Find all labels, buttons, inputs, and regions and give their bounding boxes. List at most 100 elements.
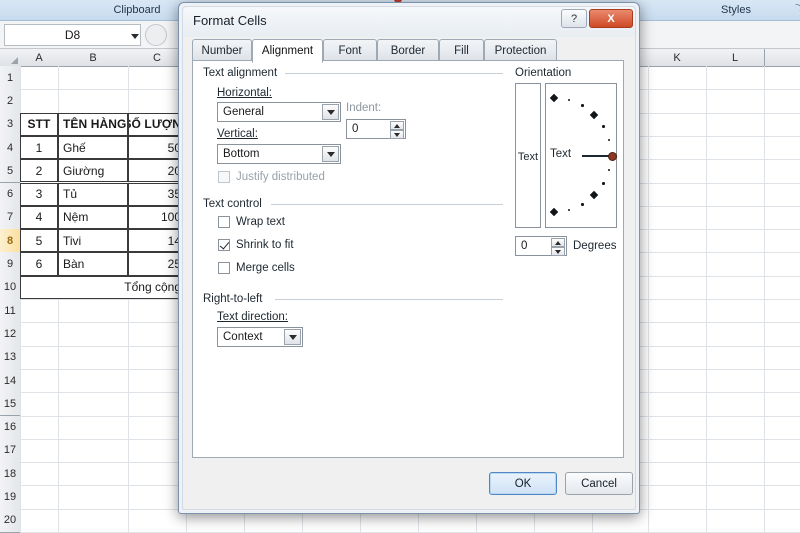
row-header-7[interactable]: 7 — [0, 205, 21, 231]
column-header-L[interactable]: L — [706, 49, 765, 66]
checkbox-label: Shrink to fit — [236, 239, 294, 251]
orientation-marker-dot — [602, 182, 605, 185]
table-cell-name[interactable]: Giường — [58, 159, 128, 183]
row-header-18[interactable]: 18 — [0, 462, 21, 487]
table-cell-name[interactable]: Tivi — [58, 229, 128, 253]
orientation-vertical-text-button[interactable]: Text — [515, 83, 541, 228]
cancel-button[interactable]: Cancel — [565, 472, 633, 495]
horizontal-alignment-value: General — [223, 106, 264, 118]
table-cell-name[interactable]: Tủ — [58, 182, 128, 206]
row-header-9[interactable]: 9 — [0, 252, 21, 277]
checkbox-merge-cells[interactable]: Merge cells — [218, 262, 295, 274]
close-button[interactable]: X — [589, 9, 633, 28]
orientation-marker-dot — [602, 125, 605, 128]
stepper-down-icon[interactable] — [551, 247, 565, 256]
table-total-cell[interactable]: Tổng cộng — [20, 275, 186, 299]
table-cell-stt[interactable]: 6 — [20, 252, 58, 276]
row-header-5[interactable]: 5 — [0, 159, 21, 184]
justify-distributed-checkbox[interactable]: Justify distributed — [218, 171, 325, 183]
orientation-marker-dot — [549, 93, 559, 103]
row-header-14[interactable]: 14 — [0, 368, 21, 394]
chevron-down-icon[interactable] — [322, 104, 339, 120]
table-header-cell[interactable]: STT — [20, 112, 58, 136]
tab-fill[interactable]: Fill — [439, 39, 484, 61]
select-all-corner[interactable] — [0, 49, 21, 66]
text-direction-select[interactable]: Context — [217, 327, 303, 347]
column-header-A[interactable]: A — [20, 49, 59, 66]
chevron-down-icon[interactable] — [322, 146, 339, 162]
orientation-dial[interactable]: Text — [545, 83, 617, 228]
help-button[interactable]: ? — [561, 9, 587, 28]
row-header-8[interactable]: 8 — [0, 229, 21, 254]
row-header-6[interactable]: 6 — [0, 182, 21, 207]
row-header-11[interactable]: 11 — [0, 299, 21, 324]
degrees-value: 0 — [521, 240, 528, 252]
vertical-label: Vertical: — [217, 128, 258, 140]
orientation-marker-dot — [549, 207, 559, 217]
checkbox-shrink-to-fit[interactable]: Shrink to fit — [218, 239, 294, 251]
tab-protection[interactable]: Protection — [484, 39, 557, 61]
orientation-marker-dot — [567, 208, 570, 212]
checkbox-wrap-text[interactable]: Wrap text — [218, 216, 285, 228]
orientation-letter: t — [535, 150, 539, 163]
table-cell-name[interactable]: Bàn — [58, 252, 128, 276]
tab-alignment[interactable]: Alignment — [252, 39, 323, 63]
indent-stepper[interactable] — [390, 121, 404, 139]
tab-number[interactable]: Number — [192, 39, 252, 61]
ok-button[interactable]: OK — [489, 472, 557, 495]
row-header-4[interactable]: 4 — [0, 135, 21, 161]
degrees-input[interactable]: 0 — [515, 236, 567, 256]
indent-value: 0 — [352, 123, 359, 135]
insert-function-button[interactable] — [145, 24, 167, 46]
chevron-down-icon[interactable] — [284, 329, 301, 345]
table-header-cell[interactable]: TÊN HÀNG — [58, 112, 128, 136]
orientation-group-label: Orientation — [515, 67, 577, 79]
dialog-title-bar[interactable]: Format Cells ? X — [183, 7, 635, 37]
vertical-alignment-value: Bottom — [223, 148, 260, 160]
column-header-K[interactable]: K — [648, 49, 707, 66]
vertical-alignment-select[interactable]: Bottom — [217, 144, 341, 164]
right-to-left-group-rule — [275, 299, 503, 300]
chevron-down-icon[interactable] — [131, 34, 139, 39]
table-cell-name[interactable]: Ghế — [58, 135, 128, 160]
table-cell-stt[interactable]: 3 — [20, 182, 58, 206]
row-header-3[interactable]: 3 — [0, 112, 21, 137]
tab-font[interactable]: Font — [323, 39, 377, 61]
column-header-B[interactable]: B — [58, 49, 129, 66]
checkbox-box-icon — [218, 171, 230, 183]
table-cell-name[interactable]: Nệm — [58, 205, 128, 230]
row-header-19[interactable]: 19 — [0, 485, 21, 510]
row-header-20[interactable]: 20 — [0, 508, 21, 533]
table-cell-stt[interactable]: 1 — [20, 135, 58, 160]
row-header-10[interactable]: 10 — [0, 275, 21, 300]
text-direction-label: Text direction: — [217, 311, 288, 323]
row-header-12[interactable]: 12 — [0, 322, 21, 347]
horizontal-alignment-select[interactable]: General — [217, 102, 341, 122]
table-cell-stt[interactable]: 5 — [20, 229, 58, 253]
dialog-title: Format Cells — [193, 13, 267, 28]
alignment-tab-panel: Text alignment Horizontal: General Inden… — [192, 60, 624, 458]
name-box[interactable]: D8 — [4, 24, 141, 46]
degrees-stepper[interactable] — [551, 238, 565, 256]
text-control-group-label: Text control — [203, 198, 267, 210]
stepper-up-icon[interactable] — [390, 121, 404, 130]
table-cell-stt[interactable]: 4 — [20, 205, 58, 230]
stepper-up-icon[interactable] — [551, 238, 565, 247]
row-header-17[interactable]: 17 — [0, 438, 21, 464]
text-alignment-group-rule — [285, 73, 503, 74]
row-header-15[interactable]: 15 — [0, 392, 21, 417]
table-cell-stt[interactable]: 2 — [20, 159, 58, 183]
orientation-vertical-letters: Text — [518, 147, 538, 165]
orientation-marker-dot — [607, 168, 611, 171]
indent-input[interactable]: 0 — [346, 119, 406, 139]
orientation-handle[interactable] — [607, 151, 617, 161]
gridline — [706, 66, 707, 532]
tab-border[interactable]: Border — [377, 39, 439, 61]
stepper-down-icon[interactable] — [390, 130, 404, 139]
row-header-13[interactable]: 13 — [0, 345, 21, 370]
row-header-16[interactable]: 16 — [0, 415, 21, 440]
row-header-2[interactable]: 2 — [0, 89, 21, 114]
dialog-launcher-icon[interactable]: ⤵ — [794, 4, 800, 15]
row-header-1[interactable]: 1 — [0, 66, 21, 91]
name-box-value: D8 — [64, 28, 81, 42]
